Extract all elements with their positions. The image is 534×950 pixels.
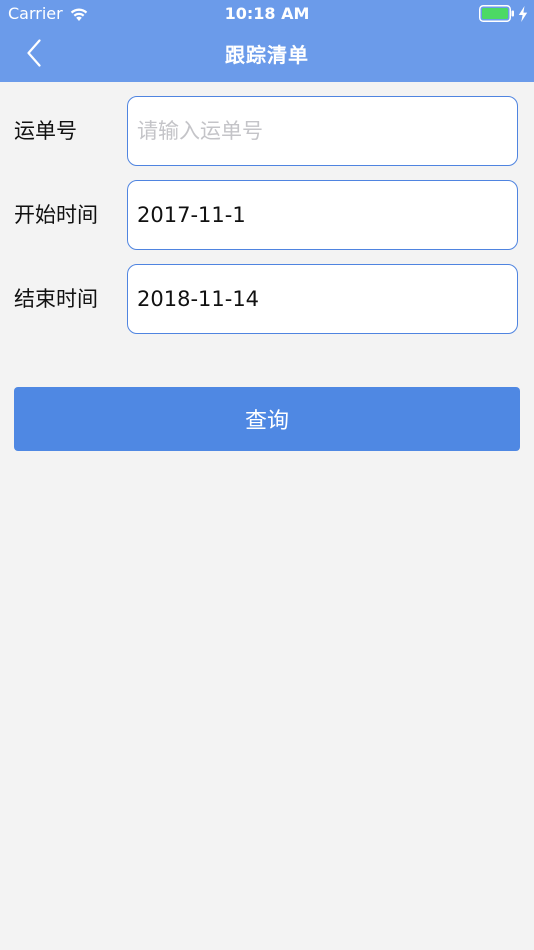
- query-button[interactable]: 查询: [14, 387, 520, 451]
- status-time: 10:18 AM: [224, 4, 310, 23]
- waybill-label: 运单号: [14, 119, 77, 143]
- waybill-row: 运单号: [0, 96, 534, 166]
- navigation-bar: 跟踪清单: [0, 28, 534, 82]
- start-time-input[interactable]: [127, 180, 518, 250]
- bolt-icon: [518, 5, 528, 22]
- status-bar: Carrier 10:18 AM: [0, 0, 534, 28]
- waybill-input[interactable]: [127, 96, 518, 166]
- end-time-input[interactable]: [127, 264, 518, 334]
- end-time-row: 结束时间: [0, 264, 534, 334]
- app-header: Carrier 10:18 AM 跟踪清单: [0, 0, 534, 82]
- battery-icon: [479, 5, 515, 22]
- end-time-label: 结束时间: [14, 287, 98, 311]
- start-time-row: 开始时间: [0, 180, 534, 250]
- battery-indicator: [479, 5, 528, 22]
- page-title: 跟踪清单: [225, 43, 309, 67]
- start-time-label: 开始时间: [14, 203, 98, 227]
